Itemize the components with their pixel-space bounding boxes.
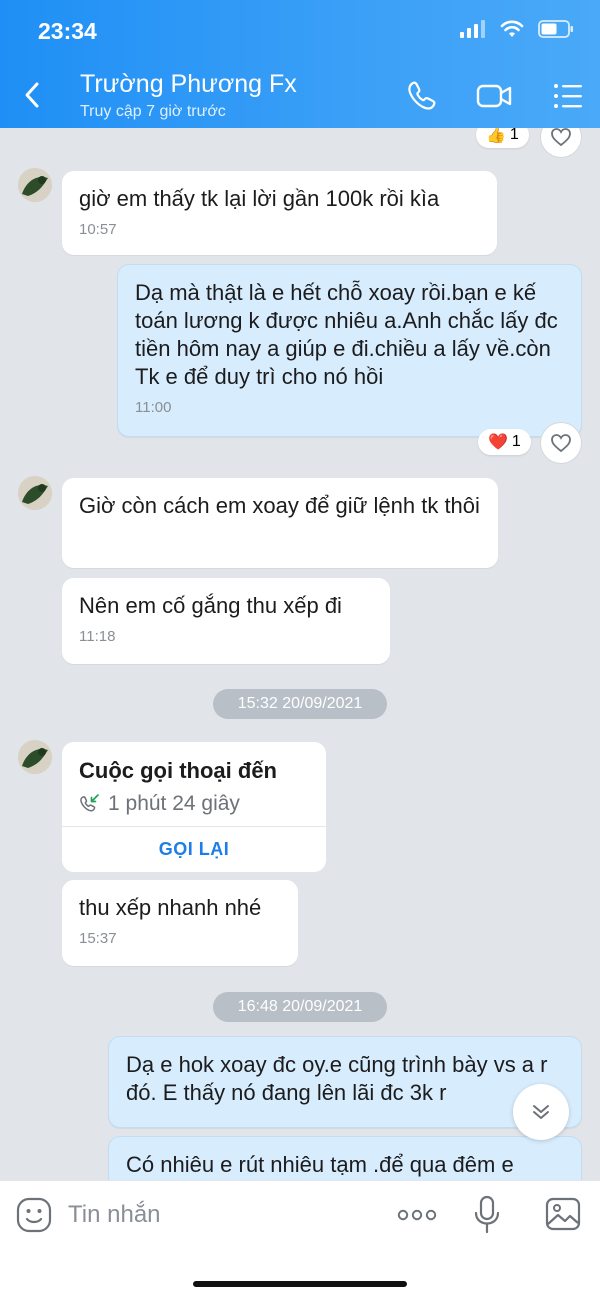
message-bubble-incoming[interactable]: Nên em cố gắng thu xếp đi 11:18: [62, 578, 390, 664]
call-log-card[interactable]: Cuộc gọi thoại đến 1 phút 24 giây GỌI LẠ…: [62, 742, 326, 872]
double-chevron-down-icon: [533, 1105, 549, 1119]
heart-outline-icon: [551, 128, 571, 147]
message-text: thu xếp nhanh nhé: [79, 895, 262, 920]
date-separator: 15:32 20/09/2021: [213, 689, 387, 719]
back-arrow-icon[interactable]: [18, 80, 48, 110]
scroll-to-bottom-button[interactable]: [513, 1084, 569, 1140]
avatar-image: [18, 168, 52, 202]
heart-outline-icon: [551, 434, 571, 453]
more-options-icon[interactable]: [397, 1205, 437, 1225]
chat-header: 23:34 Trường Phương Fx Truy cập 7 giờ tr…: [0, 0, 600, 128]
message-text: Có nhiêu e rút nhiêu tạm .để qua đêm e: [126, 1152, 514, 1177]
contact-avatar[interactable]: [18, 476, 52, 510]
avatar-image: [18, 740, 52, 774]
phone-call-icon[interactable]: [402, 76, 442, 116]
reaction-count: 1: [509, 128, 519, 143]
contact-name[interactable]: Trường Phương Fx: [80, 70, 297, 99]
status-time: 23:34: [38, 18, 97, 44]
microphone-icon[interactable]: [473, 1195, 501, 1235]
date-separator: 16:48 20/09/2021: [213, 992, 387, 1022]
contact-avatar[interactable]: [18, 740, 52, 774]
message-time: 11:00: [135, 399, 172, 416]
message-bubble-outgoing[interactable]: Dạ mà thật là e hết chỗ xoay rồi.bạn e k…: [117, 264, 582, 437]
message-text: Dạ e hok xoay đc oy.e cũng trình bày vs …: [126, 1052, 548, 1105]
avatar-image: [18, 476, 52, 510]
message-text: Nên em cố gắng thu xếp đi: [79, 593, 342, 618]
message-time: 15:37: [79, 930, 117, 947]
message-bubble-incoming[interactable]: giờ em thấy tk lại lời gần 100k rồi kìa …: [62, 171, 497, 255]
like-button[interactable]: [540, 128, 582, 158]
call-back-button[interactable]: GỌI LẠI: [62, 826, 326, 872]
message-bubble-incoming[interactable]: Giờ còn cách em xoay để giữ lệnh tk thôi: [62, 478, 498, 568]
message-bubble-outgoing[interactable]: Có nhiêu e rút nhiêu tạm .để qua đêm e: [108, 1136, 582, 1180]
message-input[interactable]: Tin nhắn: [68, 1201, 161, 1229]
heart-emoji: ❤️: [488, 434, 508, 451]
status-icons: [460, 20, 574, 38]
message-time: 10:57: [79, 221, 117, 238]
home-indicator: [193, 1281, 407, 1287]
video-call-icon[interactable]: [474, 76, 514, 116]
cellular-signal-icon: [460, 20, 485, 38]
reaction-badge[interactable]: 👍 1: [476, 128, 529, 148]
contact-avatar[interactable]: [18, 168, 52, 202]
call-duration: 1 phút 24 giây: [108, 792, 240, 815]
message-bubble-outgoing[interactable]: Dạ e hok xoay đc oy.e cũng trình bày vs …: [108, 1036, 582, 1128]
menu-list-icon[interactable]: [548, 76, 588, 116]
message-bubble-incoming[interactable]: thu xếp nhanh nhé 15:37: [62, 880, 298, 966]
image-gallery-icon[interactable]: [545, 1197, 581, 1231]
sticker-icon[interactable]: [16, 1197, 52, 1233]
reaction-count: 1: [511, 433, 521, 450]
reaction-badge[interactable]: ❤️ 1: [478, 429, 531, 455]
battery-icon: [538, 20, 573, 38]
message-text: Dạ mà thật là e hết chỗ xoay rồi.bạn e k…: [135, 280, 558, 389]
message-text: Giờ còn cách em xoay để giữ lệnh tk thôi: [79, 493, 480, 518]
wifi-icon: [500, 20, 524, 37]
thumbs-up-emoji: 👍: [486, 128, 506, 144]
message-list[interactable]: 👍 1 giờ em thấy tk lại lời gần 100k rồi …: [0, 128, 600, 1180]
contact-last-seen: Truy cập 7 giờ trước: [80, 103, 226, 120]
message-text: giờ em thấy tk lại lời gần 100k rồi kìa: [79, 186, 440, 211]
like-button[interactable]: [540, 422, 582, 464]
incoming-call-icon: [80, 794, 99, 812]
call-title: Cuộc gọi thoại đến: [79, 758, 277, 783]
message-time: 11:18: [79, 628, 116, 645]
